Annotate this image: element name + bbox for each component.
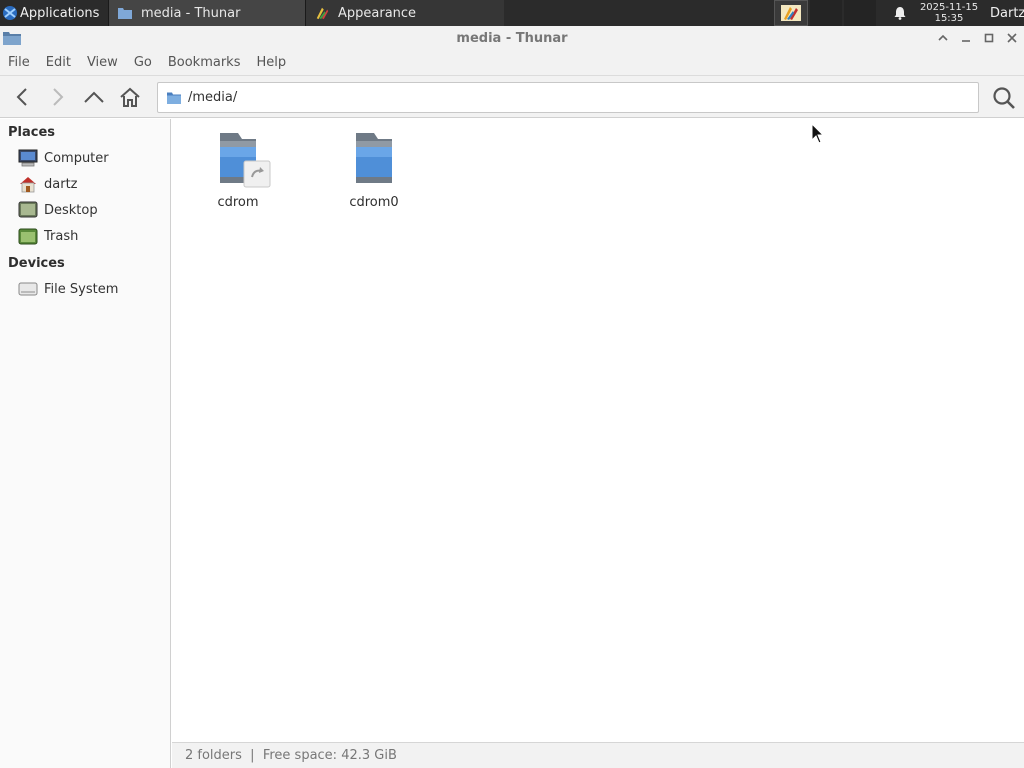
devices-heading: Devices [8,255,65,271]
status-bar: 2 folders | Free space: 42.3 GiB [172,742,1024,768]
sidebar-item-label: Trash [44,228,79,244]
folder-icon [167,92,181,104]
clock[interactable]: 2025-11-15 15:35 [914,2,984,24]
tray-appearance-icon[interactable] [774,0,808,26]
search-icon [993,87,1015,109]
xfce-logo-icon [3,6,17,20]
file-name: cdrom [217,195,259,210]
home-button[interactable] [112,79,148,115]
close-button[interactable] [1004,30,1020,46]
sidebar-item-label: dartz [44,176,78,192]
folder-icon [356,133,392,183]
minimize-button[interactable] [958,30,974,46]
folder-icon [118,8,132,19]
computer-icon [18,149,38,167]
sidebar: Places Computer dartz Desktop Trash Devi… [0,119,171,768]
sidebar-item-label: Computer [44,150,109,166]
tray-slot[interactable] [810,0,842,26]
task-thunar[interactable]: media - Thunar [108,0,306,26]
window-controls [935,30,1020,46]
sidebar-item-desktop[interactable]: Desktop [0,197,170,223]
trash-icon [18,228,38,245]
menu-help[interactable]: Help [248,55,294,70]
file-item-cdrom0[interactable]: cdrom0 [324,129,424,210]
user-menu[interactable]: Dartz [984,6,1024,21]
notification-bell-icon[interactable] [886,0,914,26]
file-view[interactable]: cdrom cdrom0 [172,119,1024,742]
task-appearance[interactable]: Appearance [306,0,504,26]
top-panel: Applications media - Thunar Appearance 2… [0,0,1024,26]
tray-slot[interactable] [844,0,876,26]
clock-date: 2025-11-15 [919,2,979,13]
file-name: cdrom0 [349,195,399,210]
task-label: Appearance [338,5,417,21]
chevron-left-icon [16,87,27,106]
sidebar-item-label: File System [44,281,119,297]
sidebar-item-home[interactable]: dartz [0,171,170,197]
mouse-cursor-icon [811,123,825,144]
chevron-right-icon [53,87,64,106]
chevron-up-icon [84,91,104,103]
folder-symlink-icon [220,133,271,188]
places-heading: Places [8,124,56,140]
thunar-window-icon[interactable] [2,30,22,46]
sidebar-item-trash[interactable]: Trash [0,223,170,249]
home-icon [120,87,140,107]
clock-time: 15:35 [934,13,964,24]
desktop-icon [18,201,38,218]
file-item-cdrom[interactable]: cdrom [188,129,288,210]
menu-go[interactable]: Go [126,55,160,70]
parent-folder-button[interactable] [76,79,112,115]
sidebar-item-label: Desktop [44,202,98,218]
applications-label: Applications [20,5,100,21]
menu-edit[interactable]: Edit [38,55,79,70]
applications-menu-button[interactable]: Applications [0,0,108,26]
sidebar-item-filesystem[interactable]: File System [0,276,170,302]
task-label: media - Thunar [141,5,241,21]
maximize-button[interactable] [981,30,997,46]
menu-file[interactable]: File [0,55,38,70]
home-icon [20,177,36,193]
appearance-icon [316,7,329,20]
window-titlebar[interactable]: media - Thunar [0,26,1024,50]
drive-icon [18,282,38,296]
shade-button[interactable] [935,30,951,46]
status-text: 2 folders | Free space: 42.3 GiB [185,748,397,763]
menu-view[interactable]: View [79,55,126,70]
location-bar[interactable]: /media/ [157,82,979,113]
window-title: media - Thunar [456,30,568,46]
sidebar-item-computer[interactable]: Computer [0,145,170,171]
toolbar: /media/ [0,76,1024,118]
forward-button[interactable] [40,79,76,115]
search-button[interactable] [990,84,1018,112]
menu-bookmarks[interactable]: Bookmarks [160,55,249,70]
menubar: File Edit View Go Bookmarks Help [0,50,1024,76]
location-path: /media/ [188,90,238,105]
back-button[interactable] [4,79,40,115]
